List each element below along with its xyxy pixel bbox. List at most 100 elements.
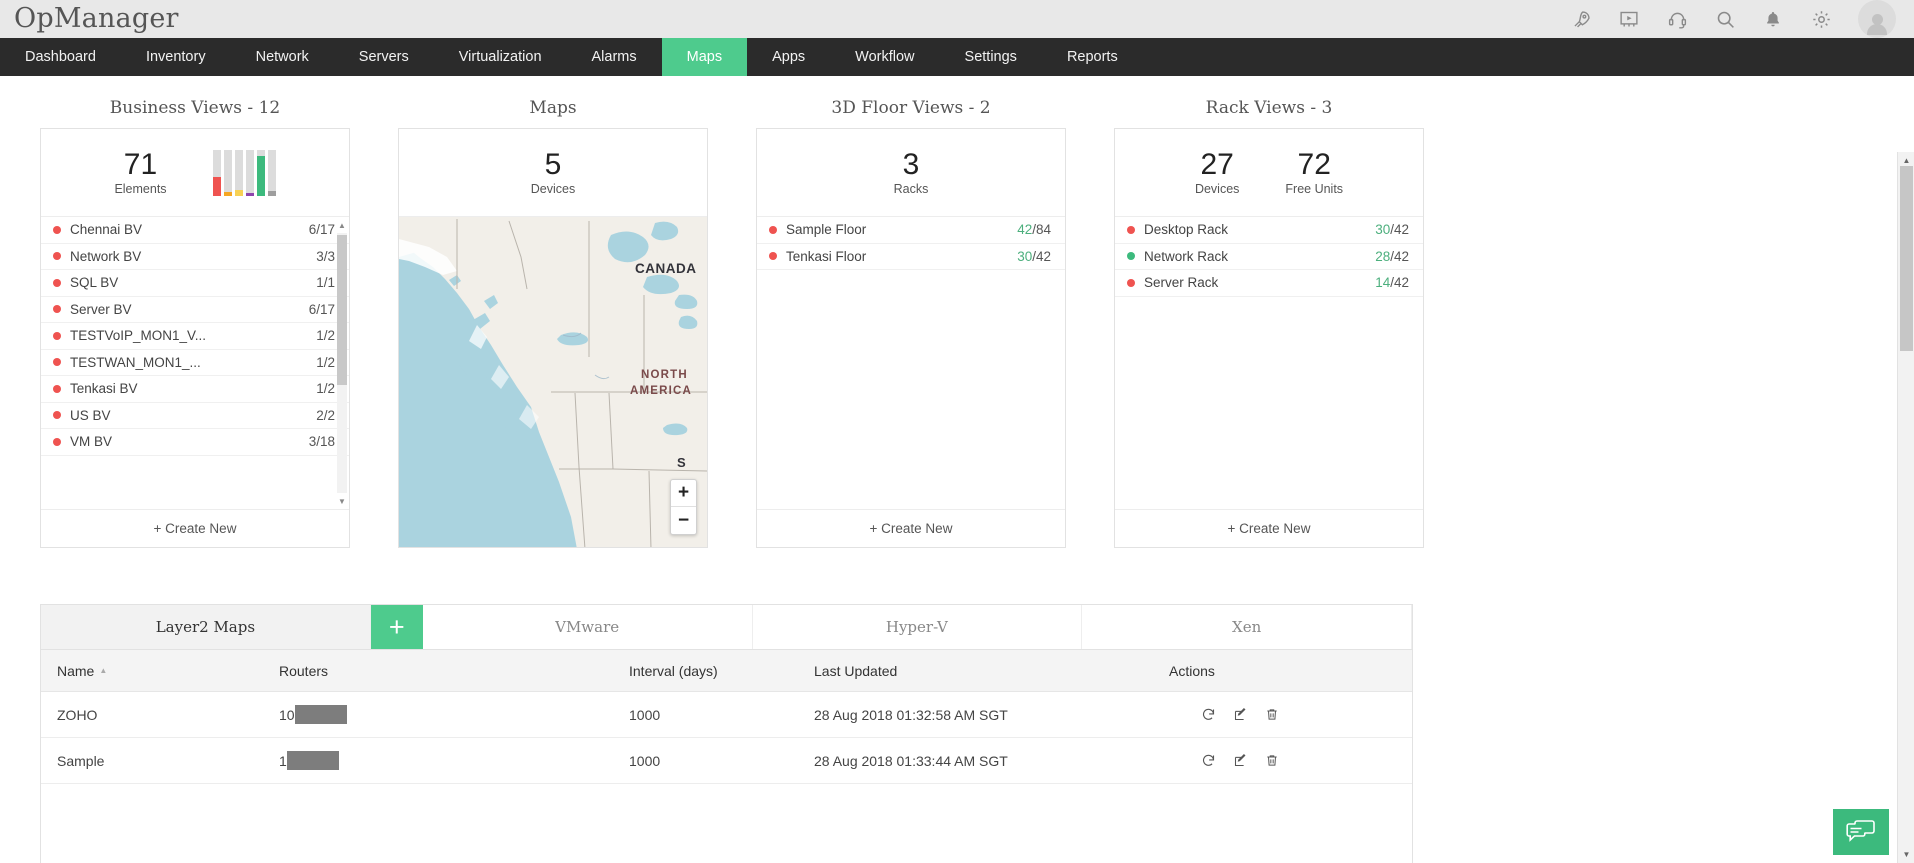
table-row[interactable]: Sample1100028 Aug 2018 01:33:44 AM SGT	[41, 738, 1412, 784]
table-row[interactable]: ZOHO10100028 Aug 2018 01:32:58 AM SGT	[41, 692, 1412, 738]
list-item-value: 1/1	[316, 275, 335, 290]
add-map-button[interactable]: +	[371, 605, 423, 649]
list-item-value-used: 30	[1017, 249, 1032, 264]
floor-views-racks-stat: 3 Racks	[894, 149, 929, 197]
redacted-value	[287, 751, 339, 770]
list-item[interactable]: VM BV3/18	[41, 429, 349, 456]
rack-views-list[interactable]: Desktop Rack30/42Network Rack28/42Server…	[1115, 217, 1423, 509]
table-empty-space	[41, 784, 1412, 863]
list-item-value: 42/84	[1017, 222, 1051, 237]
tab-layer2-maps[interactable]: Layer2 Maps	[41, 605, 371, 649]
list-item[interactable]: Tenkasi Floor30/42	[757, 244, 1065, 271]
list-item[interactable]: Sample Floor42/84	[757, 217, 1065, 244]
rack-views-create-new-button[interactable]: + Create New	[1115, 509, 1423, 547]
tab-vmware[interactable]: VMware	[423, 605, 753, 649]
list-item-value: 14/42	[1375, 275, 1409, 290]
status-dot-icon	[53, 279, 61, 287]
status-dot-icon	[1127, 279, 1135, 287]
sort-ascending-icon[interactable]: ▲	[99, 667, 107, 675]
list-item-value: 30/42	[1017, 249, 1051, 264]
edit-icon[interactable]	[1233, 753, 1248, 768]
list-item[interactable]: Network BV3/3	[41, 244, 349, 271]
nav-item-apps[interactable]: Apps	[747, 38, 830, 76]
floor-views-summary: 3 Racks	[757, 129, 1065, 217]
page-scroll-thumb[interactable]	[1900, 166, 1913, 351]
rack-views-devices-count: 27	[1195, 149, 1239, 181]
list-item-label: Sample Floor	[786, 222, 1017, 237]
list-item[interactable]: Chennai BV6/17	[41, 217, 349, 244]
nav-item-alarms[interactable]: Alarms	[567, 38, 662, 76]
business-views-card: 71 Elements Chennai BV6/17Network BV3/3S…	[40, 128, 350, 548]
tab-hyper-v[interactable]: Hyper-V	[753, 605, 1083, 649]
rocket-icon[interactable]	[1570, 8, 1592, 30]
geo-map[interactable]: CANADA NORTH AMERICA S A + −	[399, 217, 707, 547]
tab-xen[interactable]: Xen	[1082, 605, 1412, 649]
maps-summary: 5 Devices	[399, 129, 707, 217]
gear-icon[interactable]	[1810, 8, 1832, 30]
map-zoom-in-button[interactable]: +	[671, 480, 696, 507]
search-icon[interactable]	[1714, 8, 1736, 30]
page-vertical-scrollbar[interactable]: ▲ ▼	[1897, 152, 1914, 863]
bell-icon[interactable]	[1762, 8, 1784, 30]
refresh-icon[interactable]	[1201, 707, 1216, 722]
list-item-value: 30/42	[1375, 222, 1409, 237]
list-item[interactable]: Tenkasi BV1/2	[41, 376, 349, 403]
edit-icon[interactable]	[1233, 707, 1248, 722]
column-header-name[interactable]: Name ▲	[49, 663, 279, 679]
business-views-mini-bar-chart	[213, 150, 276, 196]
business-views-elements-count: 71	[114, 149, 166, 181]
list-item-value: 6/17	[309, 302, 335, 317]
list-item[interactable]: Network Rack28/42	[1115, 244, 1423, 271]
floor-views-create-new-button[interactable]: + Create New	[757, 509, 1065, 547]
column-header-last-updated[interactable]: Last Updated	[814, 663, 1169, 679]
avatar[interactable]	[1858, 0, 1896, 38]
list-item[interactable]: TESTVoIP_MON1_V...1/2	[41, 323, 349, 350]
list-item[interactable]: Desktop Rack30/42	[1115, 217, 1423, 244]
page-scroll-down-icon[interactable]: ▼	[1898, 846, 1914, 863]
floor-views-list[interactable]: Sample Floor42/84Tenkasi Floor30/42	[757, 217, 1065, 509]
list-item-value-used: 30	[1375, 222, 1390, 237]
nav-item-virtualization[interactable]: Virtualization	[434, 38, 567, 76]
status-dot-icon	[53, 358, 61, 366]
list-item[interactable]: TESTWAN_MON1_...1/2	[41, 350, 349, 377]
status-dot-icon	[53, 305, 61, 313]
chevron-down-icon[interactable]: ▼	[337, 495, 347, 507]
nav-item-workflow[interactable]: Workflow	[830, 38, 939, 76]
rack-views-devices-stat: 27 Devices	[1195, 149, 1239, 197]
map-zoom-controls[interactable]: + −	[670, 479, 697, 535]
screen-play-icon[interactable]	[1618, 8, 1640, 30]
delete-icon[interactable]	[1265, 707, 1279, 722]
list-item[interactable]: Server Rack14/42	[1115, 270, 1423, 297]
nav-item-maps[interactable]: Maps	[662, 38, 747, 76]
delete-icon[interactable]	[1265, 753, 1279, 768]
list-item[interactable]: SQL BV1/1	[41, 270, 349, 297]
rack-views-free-units-stat: 72 Free Units	[1285, 149, 1343, 197]
refresh-icon[interactable]	[1201, 753, 1216, 768]
list-item[interactable]: Server BV6/17	[41, 297, 349, 324]
column-header-routers[interactable]: Routers	[279, 663, 629, 679]
map-zoom-out-button[interactable]: −	[671, 507, 696, 534]
scroll-thumb[interactable]	[337, 235, 347, 385]
avatar-glyph	[1867, 14, 1887, 38]
nav-item-reports[interactable]: Reports	[1042, 38, 1143, 76]
header-icon-group	[1570, 0, 1896, 38]
list-item[interactable]: US BV2/2	[41, 403, 349, 430]
nav-item-servers[interactable]: Servers	[334, 38, 434, 76]
business-views-list[interactable]: Chennai BV6/17Network BV3/3SQL BV1/1Serv…	[41, 217, 349, 509]
mini-bar-fill	[268, 191, 276, 196]
list-item-value-used: 42	[1017, 222, 1032, 237]
chevron-up-icon[interactable]: ▲	[337, 219, 347, 231]
headset-icon[interactable]	[1666, 8, 1688, 30]
cell-last-updated: 28 Aug 2018 01:33:44 AM SGT	[814, 753, 1169, 769]
business-views-create-new-button[interactable]: + Create New	[41, 509, 349, 547]
nav-item-network[interactable]: Network	[231, 38, 334, 76]
business-views-scrollbar[interactable]: ▲ ▼	[337, 219, 347, 507]
map-tiles	[399, 217, 707, 547]
nav-item-inventory[interactable]: Inventory	[121, 38, 231, 76]
mini-bar-b5	[257, 150, 265, 196]
list-item-label: Network BV	[70, 249, 316, 264]
nav-item-dashboard[interactable]: Dashboard	[0, 38, 121, 76]
column-header-interval[interactable]: Interval (days)	[629, 663, 814, 679]
chat-widget-button[interactable]	[1833, 809, 1889, 855]
nav-item-settings[interactable]: Settings	[940, 38, 1042, 76]
